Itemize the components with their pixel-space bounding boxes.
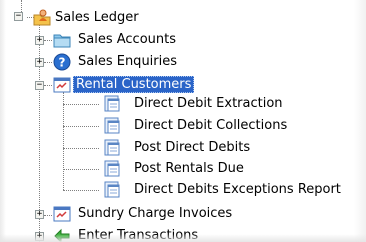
tree-item-direct-debit-collections[interactable]: Direct Debit Collections xyxy=(131,117,290,134)
tree-item-sales-accounts[interactable]: Sales Accounts xyxy=(75,31,179,48)
document-window-icon xyxy=(103,117,121,135)
expand-toggle[interactable]: + xyxy=(35,58,44,67)
expand-toggle[interactable]: + xyxy=(35,36,44,45)
tree-line xyxy=(63,190,99,191)
svg-text:?: ? xyxy=(59,56,66,70)
tree-line xyxy=(63,148,99,149)
tree-item-sales-ledger[interactable]: Sales Ledger xyxy=(52,9,142,26)
tree-line xyxy=(63,104,99,105)
window-icon xyxy=(53,76,71,94)
document-window-icon xyxy=(103,139,121,157)
tree-line xyxy=(44,85,52,86)
tree-item-sundry-charge-invoices[interactable]: Sundry Charge Invoices xyxy=(75,205,235,222)
help-icon: ? xyxy=(53,53,71,71)
tree-item-post-rentals-due[interactable]: Post Rentals Due xyxy=(131,160,247,177)
window-icon xyxy=(53,205,71,223)
tree-line xyxy=(44,40,52,41)
tree-item-post-direct-debits[interactable]: Post Direct Debits xyxy=(131,139,253,156)
bottom-edge-shadow xyxy=(0,234,366,242)
tree-line xyxy=(44,215,52,216)
document-window-icon xyxy=(103,181,121,199)
right-edge-shadow xyxy=(354,0,366,242)
tree-line xyxy=(63,126,99,127)
collapse-toggle[interactable]: − xyxy=(14,12,23,21)
tree-item-direct-debits-exceptions-report[interactable]: Direct Debits Exceptions Report xyxy=(131,181,344,198)
tree-item-rental-customers[interactable]: Rental Customers xyxy=(73,76,195,93)
document-window-icon xyxy=(103,160,121,178)
tree-item-sales-enquiries[interactable]: Sales Enquiries xyxy=(75,53,180,70)
folder-icon xyxy=(53,31,71,49)
collapse-toggle[interactable]: − xyxy=(35,81,44,90)
tree-line xyxy=(63,169,99,170)
user-folder-icon xyxy=(33,8,51,26)
left-edge-shadow xyxy=(0,0,6,242)
expand-toggle[interactable]: + xyxy=(35,210,44,219)
tree-line xyxy=(63,92,64,190)
document-window-icon xyxy=(103,95,121,113)
tree-view[interactable]: − Sales Ledger + Sales Accounts + ? Sale… xyxy=(0,0,366,242)
tree-item-direct-debit-extraction[interactable]: Direct Debit Extraction xyxy=(131,95,286,112)
tree-line xyxy=(44,62,52,63)
